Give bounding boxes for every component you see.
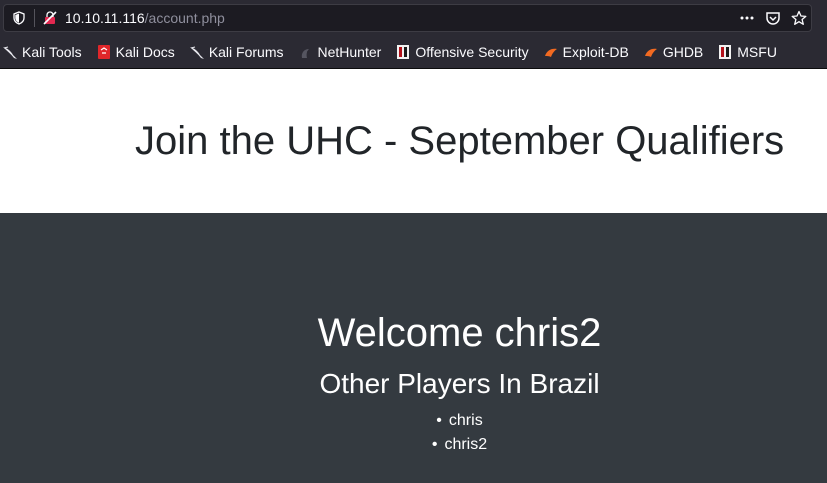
bookmark-label: MSFU — [737, 44, 777, 60]
exploitdb-icon — [543, 44, 559, 60]
bookmark-label: Kali Forums — [208, 44, 284, 60]
url-actions — [739, 5, 807, 31]
more-actions-icon[interactable] — [739, 10, 755, 26]
bookmark-kali-docs[interactable]: Kali Docs — [96, 44, 175, 60]
url-path: /account.php — [144, 10, 225, 26]
offsec-icon — [395, 44, 411, 60]
list-item: chris2 — [92, 433, 827, 457]
msfu-icon — [717, 44, 733, 60]
bookmark-kali-tools[interactable]: Kali Tools — [2, 44, 82, 60]
nethunter-icon — [298, 44, 314, 60]
bookmark-label: GHDB — [662, 44, 704, 60]
pocket-icon[interactable] — [765, 10, 781, 26]
bookmark-label: Offensive Security — [415, 44, 529, 60]
ghdb-icon — [643, 44, 659, 60]
bookmark-label: Exploit-DB — [562, 44, 629, 60]
list-item: chris — [92, 409, 827, 433]
url-bar[interactable]: 10.10.11.116/account.php — [3, 4, 812, 32]
browser-chrome: 10.10.11.116/account.php Kali Tools Kali… — [0, 0, 827, 69]
bookmark-kali-forums[interactable]: Kali Forums — [189, 44, 284, 60]
bookmark-offensive-security[interactable]: Offensive Security — [395, 44, 529, 60]
bookmark-nethunter[interactable]: NetHunter — [298, 44, 382, 60]
kali-dragon-icon — [2, 44, 18, 60]
players-subtitle: Other Players In Brazil — [319, 368, 600, 399]
url-text[interactable]: 10.10.11.116/account.php — [65, 10, 225, 26]
kali-docs-icon — [96, 44, 112, 60]
page-title: Join the UHC - September Qualifiers — [135, 119, 785, 163]
page-content: Join the UHC - September Qualifiers Welc… — [0, 69, 827, 483]
insecure-lock-icon[interactable] — [43, 11, 57, 25]
bookmark-ghdb[interactable]: GHDB — [643, 44, 703, 60]
bookmark-label: NetHunter — [317, 44, 382, 60]
kali-dragon-icon — [189, 44, 205, 60]
header-band: Join the UHC - September Qualifiers — [0, 69, 827, 213]
players-list: chris chris2 — [0, 409, 827, 457]
url-host: 10.10.11.116 — [65, 10, 145, 26]
url-separator — [34, 9, 35, 27]
bookmark-label: Kali Tools — [22, 44, 82, 60]
tracking-shield-icon[interactable] — [12, 11, 26, 25]
bookmark-msfu[interactable]: MSFU — [717, 44, 777, 60]
browser-toolbar: 10.10.11.116/account.php — [0, 0, 827, 36]
bookmarks-toolbar: Kali Tools Kali Docs Kali Forums NetHunt… — [0, 36, 827, 69]
welcome-heading: Welcome chris2 — [317, 311, 602, 355]
bookmark-label: Kali Docs — [115, 44, 175, 60]
bookmark-star-icon[interactable] — [791, 10, 807, 26]
main-band: Welcome chris2 Other Players In Brazil c… — [0, 213, 827, 483]
bookmark-exploit-db[interactable]: Exploit-DB — [543, 44, 629, 60]
